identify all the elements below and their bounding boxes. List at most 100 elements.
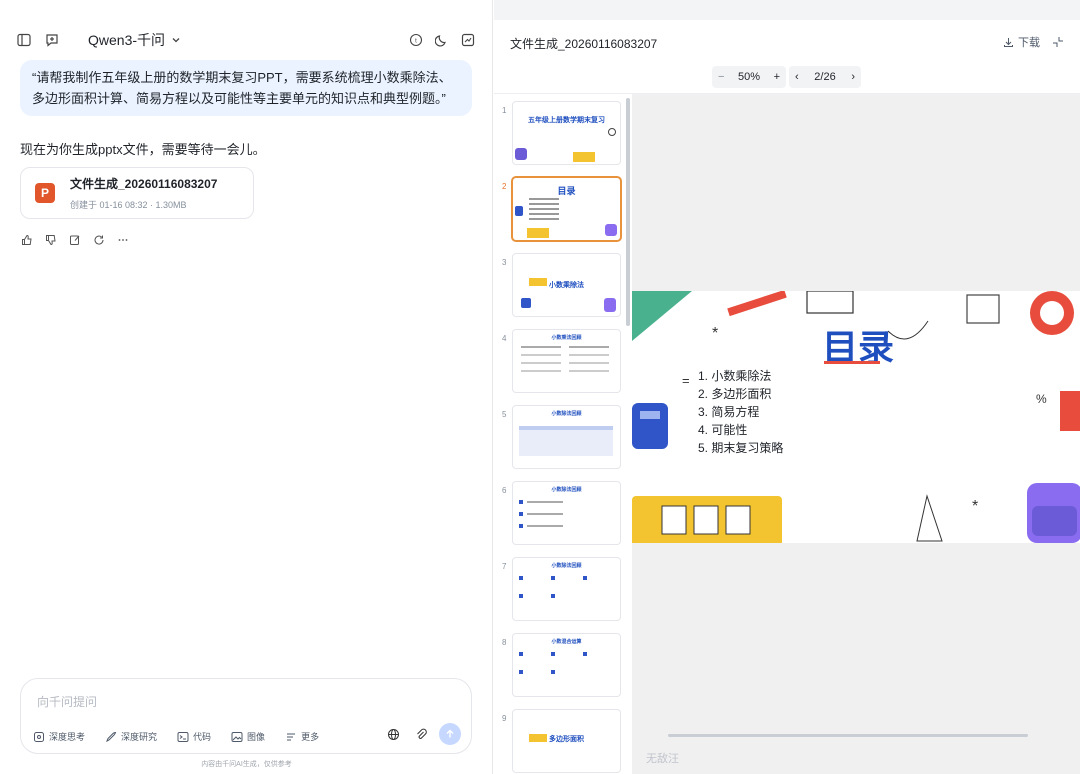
svg-text:*: * — [712, 325, 718, 342]
thumbnail-item[interactable]: 6 小数除法回顾 — [494, 480, 632, 552]
thumbnail-number: 8 — [502, 638, 507, 647]
new-chat-icon[interactable] — [42, 30, 62, 50]
thumbnail-number: 4 — [502, 334, 507, 343]
thumbnail-image: 小数除法回顾 — [513, 558, 620, 620]
thumbnail-title: 小数除法回顾 — [551, 563, 582, 569]
download-button[interactable]: 下载 — [1003, 34, 1040, 50]
brain-icon — [34, 731, 44, 742]
image-button[interactable]: 图像 — [231, 730, 265, 743]
more-tools-button[interactable]: 更多 — [285, 730, 319, 743]
thumbnail-number: 6 — [502, 486, 507, 495]
ppt-file-icon: P — [35, 183, 55, 203]
thumbnail-title: 小数乘法回顾 — [551, 335, 582, 341]
thumbnail-image: 多边形面积 — [513, 710, 620, 772]
deep-research-button[interactable]: 深度研究 — [105, 730, 157, 743]
deep-think-button[interactable]: 深度思考 — [33, 730, 85, 743]
code-button[interactable]: 代码 — [177, 730, 211, 743]
download-icon — [1004, 37, 1013, 47]
thumbnail-item[interactable]: 1 五年级上册数学期末复习 — [494, 100, 632, 172]
model-selector[interactable]: Qwen3-千问 — [88, 30, 181, 50]
chat-pane: Qwen3-千问 t “请帮我制作五年级上册的数学期末复习PPT，需要系统梳理小… — [0, 0, 493, 774]
thumbnail-title: 五年级上册数学期末复习 — [528, 117, 605, 124]
more-icon[interactable] — [116, 233, 130, 247]
image-label: 图像 — [247, 732, 266, 742]
thumbnail-number: 9 — [502, 714, 507, 723]
page-control: ‹ 2/26 › — [789, 66, 861, 88]
disclaimer: 内容由千问AI生成，仅供参考 — [201, 761, 292, 768]
chat-header: Qwen3-千问 t — [14, 28, 478, 52]
preview-header: 文件生成_20260116083207 下载 — [494, 20, 1080, 60]
prev-page-icon[interactable]: ‹ — [795, 71, 799, 83]
slide-stage: * % * = 目录 1. 小数乘除法 2. 多边形面积 3. 简易方程 4. … — [632, 94, 1080, 774]
globe-icon[interactable] — [383, 724, 403, 744]
zoom-out-icon[interactable]: − — [718, 71, 724, 83]
svg-text:%: % — [1036, 392, 1047, 406]
dark-mode-icon[interactable] — [432, 30, 452, 50]
thumbnail-number: 7 — [502, 562, 507, 571]
thumbnail-image: 小数混合运算 — [513, 634, 620, 696]
composer[interactable]: 向千问提问 深度思考 深度研究 代码 图像 更多 — [20, 678, 472, 754]
send-button[interactable] — [439, 723, 461, 745]
title-underline — [824, 361, 880, 364]
file-meta: 创建于 01-16 08:32 · 1.30MB — [70, 200, 187, 210]
thumbnail-image: 小数除法回顾 — [513, 482, 620, 544]
thumbnail-item[interactable]: 9 多边形面积 — [494, 708, 632, 774]
model-name: Qwen3-千问 — [88, 32, 166, 48]
thumbnail-item-active[interactable]: 2 目录 — [494, 176, 632, 248]
regenerate-icon[interactable] — [92, 233, 106, 247]
page-indicator: 2/26 — [814, 71, 836, 83]
svg-text:*: * — [972, 498, 978, 515]
thumbnail-image: 目录 — [513, 178, 620, 240]
sidebar-toggle-icon[interactable] — [14, 30, 34, 50]
panel-toggle-icon[interactable] — [458, 30, 478, 50]
thumbnail-list: 1 五年级上册数学期末复习 2 目录 3 小数乘除法 4 小数乘法回顾 5 小数… — [494, 94, 632, 774]
message-actions — [20, 233, 130, 247]
app-window: ─ ☐ ✕ Qwen3-千问 t — [0, 0, 1080, 774]
thumbnail-item[interactable]: 4 小数乘法回顾 — [494, 328, 632, 400]
thumbnail-image: 小数除法回顾 — [513, 406, 620, 468]
thumbs-down-icon[interactable] — [44, 233, 58, 247]
thumbnail-title: 小数混合运算 — [551, 639, 582, 645]
arrow-up-icon — [446, 729, 454, 738]
composer-tools: 深度思考 深度研究 代码 图像 更多 — [33, 730, 319, 743]
temporary-chat-icon[interactable]: t — [406, 30, 426, 50]
thumbs-up-icon[interactable] — [20, 233, 34, 247]
attachment-icon[interactable] — [411, 724, 431, 744]
more-tools-label: 更多 — [301, 732, 320, 742]
next-page-icon[interactable]: › — [851, 71, 855, 83]
thumbnail-title: 目录 — [557, 186, 576, 196]
svg-text:=: = — [682, 373, 690, 388]
terminal-icon — [177, 731, 189, 742]
file-name: 文件生成_20260116083207 — [70, 177, 218, 191]
toc-item: 5. 期末复习策略 — [698, 441, 784, 455]
horizontal-scrollbar[interactable] — [668, 734, 1028, 737]
preview-toolbar: − 50% + ‹ 2/26 › — [494, 60, 1080, 94]
thumbnail-image: 小数乘除法 — [513, 254, 620, 316]
toc-item: 1. 小数乘除法 — [698, 369, 772, 383]
assistant-message: 现在为你生成pptx文件，需要等待一会儿。 — [20, 142, 266, 157]
zoom-in-icon[interactable]: + — [774, 71, 780, 83]
toc-item: 4. 可能性 — [698, 423, 748, 437]
rocket-icon — [106, 731, 117, 742]
preview-pane: 文件生成_20260116083207 下载 − 50% + ‹ 2/26 › — [494, 0, 1080, 774]
thumbnail-title: 小数除法回顾 — [551, 411, 582, 417]
thumbnail-item[interactable]: 7 小数除法回顾 — [494, 556, 632, 628]
thumbnail-number: 3 — [502, 258, 507, 267]
thumbnail-number: 2 — [502, 182, 507, 191]
toc-item: 3. 简易方程 — [698, 405, 760, 419]
thumbnail-item[interactable]: 3 小数乘除法 — [494, 252, 632, 324]
thumbnail-item[interactable]: 8 小数混合运算 — [494, 632, 632, 704]
user-message: “请帮我制作五年级上册的数学期末复习PPT，需要系统梳理小数乘除法、多边形面积计… — [20, 60, 472, 116]
file-card[interactable]: P 文件生成_20260116083207 创建于 01-16 08:32 · … — [20, 167, 254, 219]
slide-canvas: * % * = 目录 1. 小数乘除法 2. 多边形面积 3. 简易方程 4. … — [632, 291, 1080, 543]
thumbnail-item[interactable]: 5 小数除法回顾 — [494, 404, 632, 476]
collapse-icon[interactable] — [1048, 32, 1068, 52]
edit-icon[interactable] — [68, 233, 82, 247]
composer-input[interactable]: 向千问提问 — [37, 693, 97, 710]
code-label: 代码 — [193, 732, 212, 742]
toc-item: 2. 多边形面积 — [698, 387, 772, 401]
zoom-level: 50% — [737, 71, 761, 83]
deep-think-label: 深度思考 — [49, 732, 86, 742]
preview-title: 文件生成_20260116083207 — [510, 37, 658, 51]
download-label: 下载 — [1018, 37, 1040, 49]
